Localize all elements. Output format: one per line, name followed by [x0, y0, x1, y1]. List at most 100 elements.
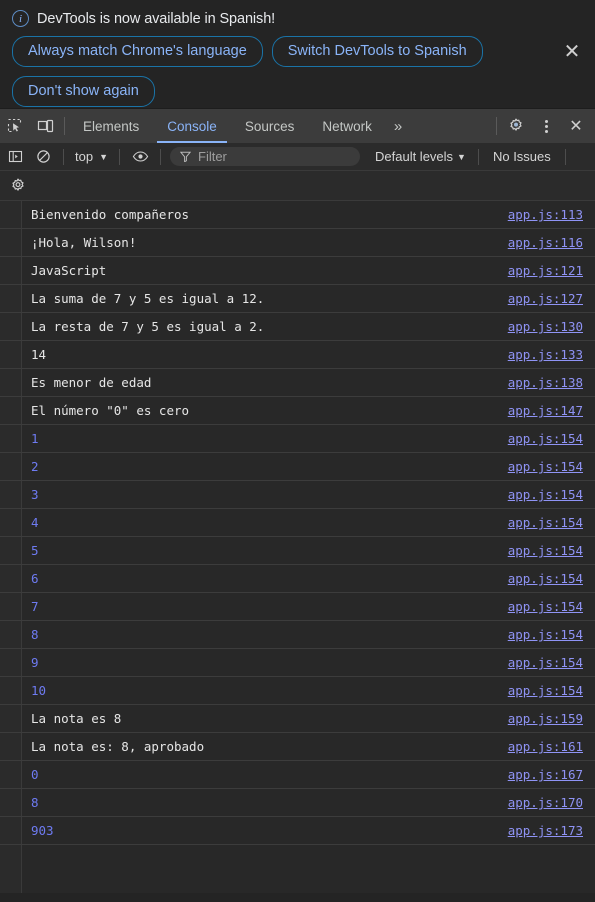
log-levels-label: Default levels: [375, 149, 454, 164]
filterbar-divider-4: [477, 148, 479, 165]
tab-elements[interactable]: Elements: [69, 109, 153, 143]
console-message-text: 1: [31, 431, 39, 446]
console-source-link[interactable]: app.js:173: [508, 823, 583, 838]
console-message-row[interactable]: 3 app.js:154: [0, 481, 595, 509]
console-message-text: 8: [31, 795, 39, 810]
console-message-row[interactable]: La nota es: 8, aprobado app.js:161: [0, 733, 595, 761]
language-notification-banner: i DevTools is now available in Spanish! …: [0, 0, 595, 108]
console-source-link[interactable]: app.js:170: [508, 795, 583, 810]
chevron-down-icon: ▼: [99, 151, 108, 162]
issues-counter[interactable]: No Issues: [486, 149, 558, 164]
console-source-link[interactable]: app.js:154: [508, 655, 583, 670]
console-source-link[interactable]: app.js:154: [508, 627, 583, 642]
tab-sources[interactable]: Sources: [231, 109, 309, 143]
console-message-row[interactable]: 1 app.js:154: [0, 425, 595, 453]
execution-context-selector[interactable]: top ▼: [71, 149, 112, 164]
console-message-text: 0: [31, 767, 39, 782]
console-message-row[interactable]: 8 app.js:170: [0, 789, 595, 817]
console-message-row[interactable]: La resta de 7 y 5 es igual a 2. app.js:13…: [0, 313, 595, 341]
console-message-text: 6: [31, 571, 39, 586]
tab-console[interactable]: Console: [153, 109, 231, 143]
device-toolbar-icon[interactable]: [30, 111, 60, 141]
console-source-link[interactable]: app.js:161: [508, 739, 583, 754]
always-match-chrome-language-button[interactable]: Always match Chrome's language: [12, 36, 263, 68]
console-source-link[interactable]: app.js:154: [508, 487, 583, 502]
console-message-row[interactable]: 4 app.js:154: [0, 509, 595, 537]
console-message-text: 14: [31, 347, 47, 362]
console-message-row[interactable]: 5 app.js:154: [0, 537, 595, 565]
console-sidebar-icon[interactable]: [2, 145, 28, 169]
console-message-text: Bienvenido compañeros: [31, 207, 190, 222]
switch-devtools-to-spanish-button[interactable]: Switch DevTools to Spanish: [271, 36, 483, 68]
kebab-menu-icon[interactable]: [531, 111, 561, 141]
console-message-text: JavaScript: [31, 263, 107, 278]
console-message-text: La nota es: 8, aprobado: [31, 739, 205, 754]
close-devtools-icon[interactable]: ✕: [561, 111, 591, 141]
console-message-row[interactable]: 7 app.js:154: [0, 593, 595, 621]
console-message-text: 7: [31, 599, 39, 614]
console-source-link[interactable]: app.js:159: [508, 711, 583, 726]
console-message-text: 5: [31, 543, 39, 558]
console-message-row[interactable]: ¡Hola, Wilson! app.js:116: [0, 229, 595, 257]
console-source-link[interactable]: app.js:147: [508, 403, 583, 418]
console-message-row[interactable]: 2 app.js:154: [0, 453, 595, 481]
console-message-row[interactable]: 10 app.js:154: [0, 677, 595, 705]
console-message-row[interactable]: La suma de 7 y 5 es igual a 12. app.js:12…: [0, 285, 595, 313]
banner-close-icon[interactable]: ✕: [559, 38, 585, 64]
console-message-text: ¡Hola, Wilson!: [31, 235, 137, 250]
console-source-link[interactable]: app.js:121: [508, 263, 583, 278]
panel-tabs: Elements Console Sources Network »: [69, 109, 410, 143]
console-source-link[interactable]: app.js:154: [508, 431, 583, 446]
console-message-row[interactable]: 8 app.js:154: [0, 621, 595, 649]
console-source-link[interactable]: app.js:138: [508, 375, 583, 390]
log-levels-dropdown[interactable]: Default levels ▼: [370, 149, 471, 164]
console-source-link[interactable]: app.js:130: [508, 319, 583, 334]
console-message-text: 4: [31, 515, 39, 530]
devtools-tabbar: Elements Console Sources Network » ✕: [0, 108, 595, 143]
console-message-text: La nota es 8: [31, 711, 122, 726]
console-message-row[interactable]: La nota es 8 app.js:159: [0, 705, 595, 733]
console-source-link[interactable]: app.js:154: [508, 515, 583, 530]
console-source-link[interactable]: app.js:167: [508, 767, 583, 782]
console-settings-row: [0, 171, 595, 201]
console-message-row[interactable]: 903 app.js:173: [0, 817, 595, 845]
clear-console-icon[interactable]: [30, 145, 56, 169]
filterbar-divider-3: [160, 148, 161, 165]
console-message-row[interactable]: Bienvenido compañeros app.js:113: [0, 201, 595, 229]
console-source-link[interactable]: app.js:154: [508, 459, 583, 474]
console-message-row[interactable]: 0 app.js:167: [0, 761, 595, 789]
console-message-text: La resta de 7 y 5 es igual a 2.: [31, 319, 265, 334]
console-source-link[interactable]: app.js:127: [508, 291, 583, 306]
gear-icon[interactable]: [501, 111, 531, 141]
filter-input[interactable]: Filter: [170, 147, 360, 166]
console-source-link[interactable]: app.js:154: [508, 543, 583, 558]
tab-network[interactable]: Network: [308, 109, 386, 143]
filterbar-divider-5: [564, 148, 566, 165]
console-message-row[interactable]: JavaScript app.js:121: [0, 257, 595, 285]
live-expression-eye-icon[interactable]: [127, 145, 153, 169]
console-message-text: Es menor de edad: [31, 375, 152, 390]
console-message-text: 8: [31, 627, 39, 642]
filter-placeholder: Filter: [198, 149, 227, 164]
console-source-link[interactable]: app.js:154: [508, 571, 583, 586]
console-message-row[interactable]: 14 app.js:133: [0, 341, 595, 369]
console-prompt-row[interactable]: ❯: [0, 845, 595, 875]
more-tabs-chevron-icon[interactable]: »: [386, 109, 410, 143]
console-source-link[interactable]: app.js:116: [508, 235, 583, 250]
console-source-link[interactable]: app.js:133: [508, 347, 583, 362]
console-message-row[interactable]: Es menor de edad app.js:138: [0, 369, 595, 397]
console-message-text: 9: [31, 655, 39, 670]
console-message-text: El número "0" es cero: [31, 403, 190, 418]
console-log-area[interactable]: Bienvenido compañeros app.js:113 ¡Hola, Wi…: [0, 201, 595, 893]
dont-show-again-button[interactable]: Don't show again: [12, 76, 155, 108]
console-source-link[interactable]: app.js:154: [508, 683, 583, 698]
inspect-element-icon[interactable]: [0, 111, 30, 141]
close-glyph: ✕: [569, 118, 583, 135]
console-settings-gear-icon[interactable]: [5, 174, 31, 198]
console-source-link[interactable]: app.js:113: [508, 207, 583, 222]
console-message-row[interactable]: 6 app.js:154: [0, 565, 595, 593]
console-message-row[interactable]: 9 app.js:154: [0, 649, 595, 677]
console-source-link[interactable]: app.js:154: [508, 599, 583, 614]
filterbar-divider-1: [63, 148, 64, 165]
console-message-row[interactable]: El número "0" es cero app.js:147: [0, 397, 595, 425]
